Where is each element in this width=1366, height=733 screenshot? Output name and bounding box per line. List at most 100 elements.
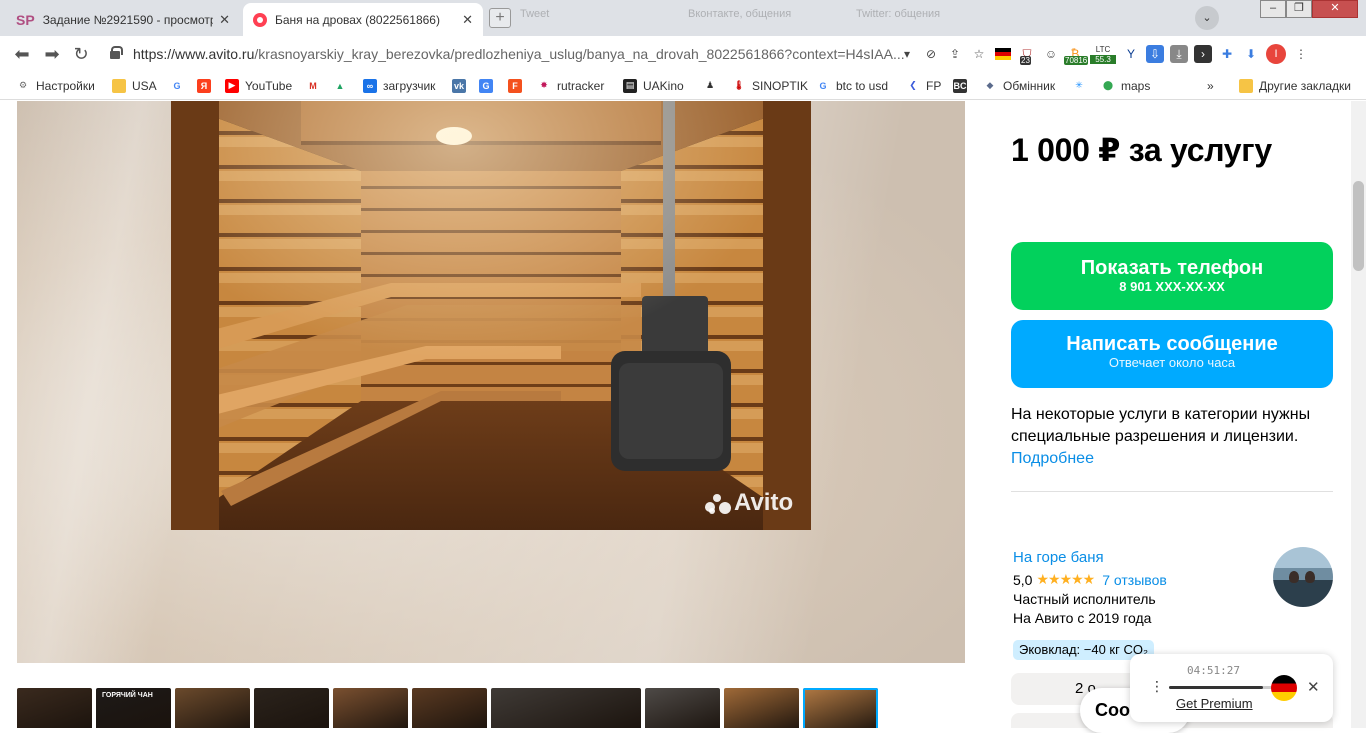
face-icon[interactable]: ☺: [1042, 45, 1060, 63]
player-time: 04:51:27: [1187, 664, 1240, 677]
bookmark-label: maps: [1121, 78, 1151, 93]
seller-avatar[interactable]: [1273, 547, 1333, 607]
bookmark-google[interactable]: G: [170, 72, 190, 100]
google-icon: G: [173, 80, 181, 91]
bookmark-fp[interactable]: ❮ FP: [906, 72, 941, 100]
blocked-icon[interactable]: ⊘: [922, 45, 940, 63]
bookmark-vk[interactable]: vk: [452, 72, 472, 100]
bookmark-label: Обмінник: [1003, 78, 1056, 93]
gallery-thumbnail[interactable]: [333, 688, 408, 728]
profile-avatar[interactable]: I: [1266, 44, 1286, 64]
gallery-thumbnail[interactable]: [254, 688, 329, 728]
yandex-icon: Я: [197, 78, 211, 93]
get-premium-link[interactable]: Get Premium: [1176, 696, 1253, 711]
bookmark-rutracker[interactable]: ✸ rutracker: [537, 72, 604, 100]
main-photo[interactable]: [171, 101, 811, 530]
player-menu-icon[interactable]: ⋮: [1150, 678, 1164, 695]
page-scrollbar[interactable]: [1351, 101, 1366, 728]
gallery-thumbnail[interactable]: [724, 688, 799, 728]
bookmark-youtube[interactable]: ▶ YouTube: [225, 72, 292, 100]
url-text[interactable]: https://www.avito.ru/krasnoyarskiy_kray_…: [133, 46, 905, 62]
gear-icon: ⚙: [18, 80, 28, 90]
bookmark-label: rutracker: [557, 78, 605, 93]
ghost-tab[interactable]: Tweet: [520, 8, 670, 20]
close-icon[interactable]: ✕: [1307, 678, 1320, 696]
watermark-text: Avito: [734, 489, 794, 516]
gallery-thumbnail[interactable]: [17, 688, 92, 728]
close-icon[interactable]: ✕: [219, 12, 230, 28]
window-controls: – ❐ ✕: [1260, 0, 1358, 18]
maximize-button[interactable]: ❐: [1286, 0, 1312, 18]
write-message-button[interactable]: Написать сообщение Отвечает около часа: [1011, 320, 1333, 388]
tab-strip: SP Задание №2921590 - просмотр з ✕ Баня …: [0, 0, 1366, 36]
forward-arrow-icon[interactable]: ➡: [41, 44, 63, 64]
window-close-button[interactable]: ✕: [1312, 0, 1358, 18]
bookmark-label: загрузчик: [383, 78, 436, 93]
more-info-link[interactable]: Подробнее: [1011, 448, 1341, 470]
bookmark-usa[interactable]: USA: [112, 72, 157, 100]
litecoin-ticker[interactable]: LTC 55.3: [1090, 45, 1116, 64]
bookmark-person[interactable]: ♟: [703, 72, 723, 100]
bookmark-sinoptik[interactable]: 🌡 SINOPTIK: [732, 72, 808, 100]
reload-icon[interactable]: ↻: [70, 44, 92, 64]
gallery-thumbnail[interactable]: [175, 688, 250, 728]
gallery-thumbnail[interactable]: [645, 688, 720, 728]
puzzle-icon[interactable]: ✚: [1218, 45, 1236, 63]
dropdown-arrow-icon[interactable]: ▾: [898, 45, 916, 63]
bookmark-yandex[interactable]: Я: [197, 72, 217, 100]
new-tab-button[interactable]: +: [489, 8, 511, 28]
tab-search-chevron-icon[interactable]: ⌄: [1195, 6, 1219, 30]
ghost-tab[interactable]: Вконтакте, общения: [688, 8, 838, 20]
german-flag-icon[interactable]: [994, 45, 1012, 63]
gallery-thumbnail[interactable]: [412, 688, 487, 728]
gallery-thumbnail[interactable]: [803, 688, 878, 728]
lock-icon[interactable]: [110, 46, 123, 59]
scrollbar-thumb[interactable]: [1353, 181, 1364, 271]
download-icon[interactable]: ⇩: [1146, 45, 1164, 63]
bookmark-star-icon[interactable]: ☆: [970, 45, 988, 63]
star-icon: ✳: [1075, 80, 1083, 90]
reviews-link[interactable]: 7 отзывов: [1102, 572, 1167, 588]
save-icon[interactable]: ⤓: [1170, 45, 1188, 63]
bookmark-uakino[interactable]: ▤ UAKino: [623, 72, 684, 100]
divider: [1011, 491, 1333, 492]
tab-avito[interactable]: Баня на дровах (8022561866) ✕: [243, 3, 483, 36]
gallery-thumbnail[interactable]: ГОРЯЧИЙ ЧАН: [96, 688, 171, 728]
back-arrow-icon[interactable]: ⬅: [11, 44, 33, 64]
avito-favicon-icon: [253, 12, 267, 27]
ghost-tab[interactable]: Twitter: общения: [856, 8, 1006, 20]
share-icon[interactable]: ⇪: [946, 45, 964, 63]
bitcoin-icon[interactable]: ₿ 70816: [1064, 45, 1089, 65]
bookmarks-overflow-chevron-icon[interactable]: »: [1207, 72, 1214, 100]
bookmark-btc-to-usd[interactable]: Gbtc to usd: [816, 72, 888, 100]
audio-player-widget: 04:51:27 ⋮ ✕ Get Premium: [1130, 654, 1333, 722]
maps-icon: ⬤: [1102, 80, 1114, 90]
extensions-row: ▾ ⊘ ⇪ ☆ ⛉ 23 ☺ ₿ 70816 LTC 55.3 Y ⇩ ⤓ › ✚ ⬇…: [898, 41, 1310, 67]
bookmark-translate[interactable]: G: [479, 72, 499, 100]
terminal-icon[interactable]: ›: [1194, 45, 1212, 63]
german-flag-icon[interactable]: [1271, 675, 1297, 701]
gallery-thumbnail[interactable]: [491, 688, 641, 728]
tab-task[interactable]: SP Задание №2921590 - просмотр з ✕: [6, 3, 240, 36]
minimize-button[interactable]: –: [1260, 0, 1286, 18]
bookmark-maps[interactable]: ⬤ maps: [1101, 72, 1150, 100]
bookmark-обмінник[interactable]: ◆ Обмінник: [983, 72, 1056, 100]
other-bookmarks-folder[interactable]: Другие закладки: [1239, 72, 1351, 100]
bookmark-настройки[interactable]: ⚙ Настройки: [16, 72, 95, 100]
bookmark-drive[interactable]: ▲: [333, 72, 353, 100]
show-phone-button[interactable]: Показать телефон 8 901 XXX-XX-XX: [1011, 242, 1333, 310]
bookmark-gmail[interactable]: M: [306, 72, 326, 100]
sp-favicon-icon: SP: [16, 11, 35, 28]
bookmark-star[interactable]: ✳: [1072, 72, 1092, 100]
bookmark-загрузчик[interactable]: ∞ загрузчик: [363, 72, 435, 100]
bookmark-f[interactable]: F: [508, 72, 528, 100]
seller-name-link[interactable]: На горе баня: [1013, 549, 1104, 566]
vpn-icon[interactable]: Y: [1122, 45, 1140, 63]
bookmark-label: FP: [926, 78, 942, 93]
downloads-icon[interactable]: ⬇: [1242, 45, 1260, 63]
bookmark-bc[interactable]: BC: [953, 72, 973, 100]
menu-kebab-icon[interactable]: ⋮: [1292, 45, 1310, 63]
shield-icon[interactable]: ⛉ 23: [1018, 45, 1036, 65]
bookmark-label: YouTube: [245, 78, 293, 93]
close-icon[interactable]: ✕: [462, 12, 473, 28]
